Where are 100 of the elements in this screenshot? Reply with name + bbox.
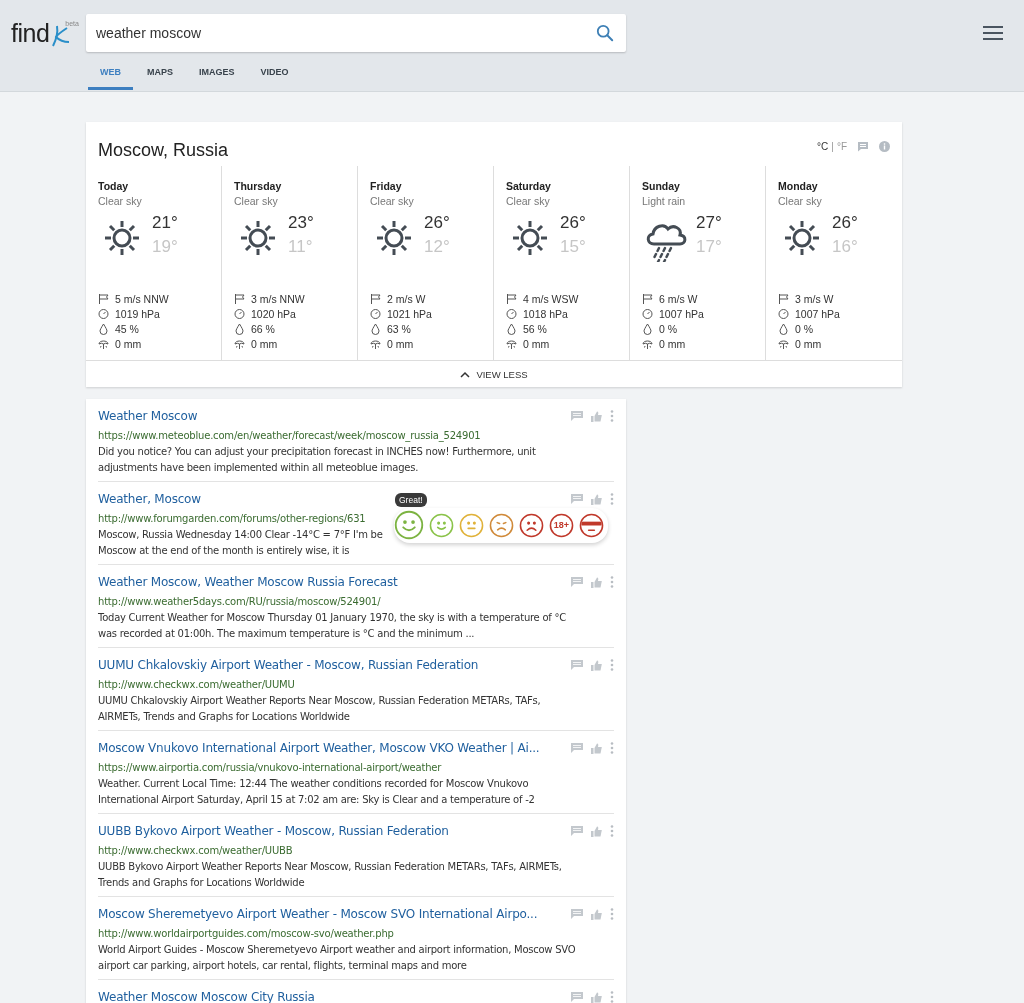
high-temperature: 26°	[832, 213, 858, 233]
wind-value: 5 m/s NNW	[115, 293, 169, 305]
caret-icon	[460, 370, 471, 378]
comment-icon[interactable]	[571, 577, 583, 587]
result-title-link[interactable]: UUMU Chkalovskiy Airport Weather - Moscow, Russian Federation	[98, 658, 479, 672]
comment-icon[interactable]	[571, 494, 583, 504]
thumbs-up-icon[interactable]	[591, 825, 602, 837]
result-description: Moscow, Russia Wednesday 14:00 Clear -14°C = 7°F I'm be Moscow at the end of the month is entirely wise, it is	[98, 528, 383, 558]
result-url: https://www.meteoblue.com/en/weather/forecast/week/moscow_russia_524901	[98, 430, 481, 441]
tab[interactable]: MAPS	[135, 62, 185, 90]
more-options-icon[interactable]	[610, 742, 614, 754]
comment-icon[interactable]	[571, 660, 583, 670]
pressure-value: 1007 hPa	[659, 308, 704, 320]
logo-text: find	[11, 18, 50, 48]
result-title-link[interactable]: Weather Moscow, Weather Moscow Russia Forecast	[98, 575, 398, 589]
result-description: Weather. Current Local Time: 12:44 The weather conditions recorded for Moscow Vnukovo International Airport Saturday, April 15 at 7:02 am are: Sky is Clear and a temperature of -2	[98, 777, 535, 807]
result-description: World Airport Guides - Moscow Sheremetyevo Airport weather and airport information, Moscow SVO airport car parking, airport hotels, car rental, flights, terminal maps and more	[98, 943, 576, 973]
thumbs-up-icon[interactable]	[591, 576, 602, 588]
smiley-icon[interactable]	[489, 512, 514, 538]
comment-icon[interactable]	[571, 992, 583, 1002]
comment-icon[interactable]	[571, 826, 583, 836]
precipitation-value: 0 mm	[387, 338, 414, 350]
flag-icon	[506, 293, 517, 305]
comment-icon[interactable]	[571, 743, 583, 753]
search-field[interactable]: weather moscow	[86, 14, 626, 52]
result-url: http://www.checkwx.com/weather/UUMU	[98, 679, 295, 690]
result-url: https://www.airportia.com/russia/vnukovo-international-airport/weather	[98, 762, 442, 773]
high-temperature: 23°	[288, 213, 314, 233]
umbrella-icon	[506, 338, 517, 350]
thumbs-up-icon[interactable]	[591, 659, 602, 671]
result-url: http://www.worldairportguides.com/moscow-svo/weather.php	[98, 928, 394, 939]
thumbs-up-icon[interactable]	[591, 493, 602, 505]
menu-icon[interactable]	[982, 25, 1004, 41]
more-options-icon[interactable]	[610, 825, 614, 837]
flag-icon	[778, 293, 789, 305]
thumbs-up-icon[interactable]	[591, 991, 602, 1003]
condition-text: Clear sky	[370, 195, 415, 207]
search-icon[interactable]	[596, 24, 614, 42]
info-icon[interactable]	[879, 140, 890, 152]
smiley-icon[interactable]	[394, 510, 424, 540]
precipitation-value: 0 mm	[523, 338, 550, 350]
drop-icon	[506, 323, 517, 335]
wind-value: 3 m/s NNW	[251, 293, 305, 305]
view-less-button[interactable]: VIEW LESS	[86, 361, 902, 387]
gauge-icon	[506, 308, 517, 320]
result-title-link[interactable]: Moscow Sheremetyevo Airport Weather - Moscow SVO International Airpo...	[98, 907, 538, 921]
high-temperature: 27°	[696, 213, 722, 233]
result-title-link[interactable]: Weather Moscow Moscow City Russia	[98, 990, 315, 1003]
result-title-link[interactable]: Weather Moscow	[98, 409, 198, 423]
drop-icon	[98, 323, 109, 335]
result-description: UUMU Chkalovskiy Airport Weather Reports Near Moscow, Russian Federation METARs, TAFs, AIRMETs, Trends and Graphs for Locations Worldwide	[98, 694, 541, 724]
thumbs-up-icon[interactable]	[591, 908, 602, 920]
unit-toggle[interactable]: °C	[817, 140, 829, 152]
umbrella-icon	[98, 338, 109, 350]
comment-icon[interactable]	[571, 411, 583, 421]
gauge-icon	[642, 308, 653, 320]
gauge-icon	[234, 308, 245, 320]
humidity-value: 45 %	[115, 323, 139, 335]
wind-value: 4 m/s WSW	[523, 293, 579, 305]
pressure-value: 1019 hPa	[115, 308, 160, 320]
pressure-value: 1020 hPa	[251, 308, 296, 320]
drop-icon	[234, 323, 245, 335]
low-temperature: 12°	[424, 237, 450, 257]
wind-value: 6 m/s W	[659, 293, 698, 305]
thumbs-up-icon[interactable]	[591, 410, 602, 422]
low-temperature: 17°	[696, 237, 722, 257]
comment-icon[interactable]	[571, 909, 583, 919]
condition-text: Clear sky	[778, 195, 823, 207]
day-name: Monday	[778, 180, 819, 192]
result-url: http://www.checkwx.com/weather/UUBB	[98, 845, 293, 856]
smiley-icon[interactable]	[519, 512, 544, 538]
comment-icon[interactable]	[857, 140, 869, 152]
more-options-icon[interactable]	[610, 576, 614, 588]
drop-icon	[778, 323, 789, 335]
day-name: Saturday	[506, 180, 552, 192]
age-rating-icon[interactable]	[549, 512, 574, 538]
result-description: UUBB Bykovo Airport Weather Reports Near Moscow, Russian Federation METARs, TAFs, AIRMETs, Trends and Graphs for Locations Worldwide	[98, 860, 562, 890]
more-options-icon[interactable]	[610, 493, 614, 505]
humidity-value: 0 %	[659, 323, 678, 335]
result-title-link[interactable]: UUBB Bykovo Airport Weather - Moscow, Russian Federation	[98, 824, 449, 838]
flag-icon	[234, 293, 245, 305]
humidity-value: 66 %	[251, 323, 275, 335]
thumbs-up-icon[interactable]	[591, 742, 602, 754]
more-options-icon[interactable]	[610, 991, 614, 1003]
precipitation-value: 0 mm	[795, 338, 822, 350]
condition-text: Clear sky	[98, 195, 143, 207]
precipitation-value: 0 mm	[115, 338, 142, 350]
low-temperature: 19°	[152, 237, 178, 257]
more-options-icon[interactable]	[610, 410, 614, 422]
tab[interactable]: IMAGES	[187, 62, 247, 90]
smiley-icon[interactable]	[579, 512, 604, 538]
result-title-link[interactable]: Moscow Vnukovo International Airport Weather, Moscow VKO Weather | Ai...	[98, 741, 540, 755]
more-options-icon[interactable]	[610, 659, 614, 671]
more-options-icon[interactable]	[610, 908, 614, 920]
gauge-icon	[778, 308, 789, 320]
low-temperature: 16°	[832, 237, 858, 257]
day-name: Thursday	[234, 180, 283, 192]
pressure-value: 1018 hPa	[523, 308, 568, 320]
result-title-link[interactable]: Weather, Moscow	[98, 492, 201, 506]
tab[interactable]: VIDEO	[248, 62, 301, 90]
